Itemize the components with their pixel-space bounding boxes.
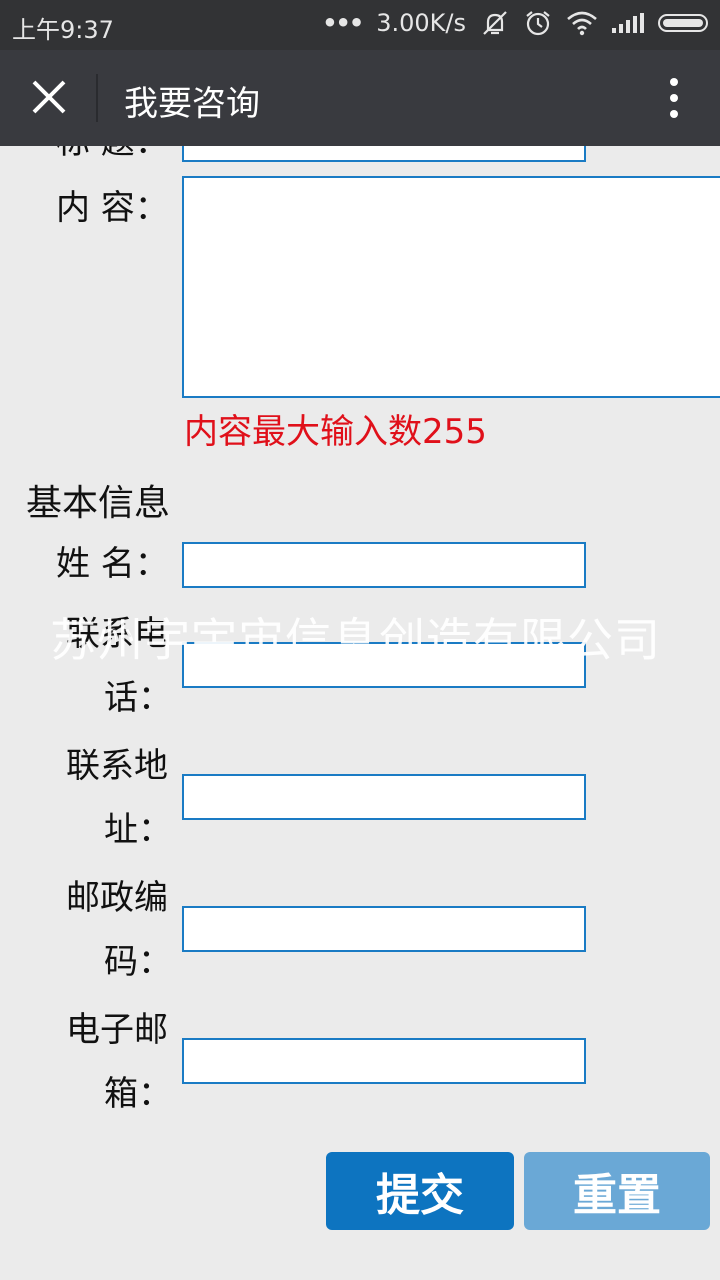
phone-label-line1: 联系电 — [66, 614, 168, 654]
postcode-input[interactable] — [182, 906, 586, 952]
email-label-line2: 箱： — [104, 1074, 172, 1114]
content-label: 内 容： — [56, 188, 169, 228]
content-length-hint: 内容最大输入数255 — [184, 412, 487, 452]
close-button[interactable] — [28, 76, 72, 120]
subject-label: 标 题： — [56, 146, 169, 164]
battery-icon — [658, 14, 708, 32]
address-label-line2: 址： — [104, 810, 172, 850]
address-input[interactable] — [182, 774, 586, 820]
postcode-label: 邮政编 — [66, 876, 168, 920]
close-icon — [32, 80, 66, 114]
reset-button[interactable]: 重置 — [524, 1152, 710, 1230]
email-input[interactable] — [182, 1038, 586, 1084]
status-time: 上午9:37 — [12, 16, 114, 44]
name-input[interactable] — [182, 542, 586, 588]
address-label: 联系地 — [66, 744, 168, 788]
email-label: 电子邮 — [66, 1008, 168, 1052]
address-label-2: 址： — [104, 808, 172, 852]
title-bar: 我要咨询 — [0, 50, 720, 146]
content-textarea[interactable] — [182, 176, 720, 398]
network-speed: 3.00K/s — [376, 9, 466, 37]
alarm-icon — [526, 11, 550, 36]
postcode-label-line1: 邮政编 — [66, 878, 168, 918]
page-title: 我要咨询 — [124, 84, 260, 124]
phone-label-2: 话： — [104, 676, 172, 720]
wifi-icon — [567, 11, 597, 36]
email-label-line1: 电子邮 — [66, 1010, 168, 1050]
phone-label: 联系电 — [66, 612, 168, 656]
mute-vibrate-icon — [483, 11, 507, 35]
status-bar: 上午9:37 ••• 3.00K/s — [0, 0, 720, 50]
consult-form: 标 题： 内 容： 内容最大输入数255 基本信息 姓 名： 联系电 话： 联系… — [0, 146, 720, 1280]
email-label-2: 箱： — [104, 1072, 172, 1116]
section-title-basic-info: 基本信息 — [26, 483, 171, 524]
signal-icon — [612, 13, 644, 33]
postcode-label-line2: 码： — [104, 942, 172, 982]
status-icons: ••• 3.00K/s — [322, 8, 708, 38]
address-label-line1: 联系地 — [66, 746, 168, 786]
phone-input[interactable] — [182, 642, 586, 688]
phone-label-line2: 话： — [104, 678, 172, 718]
more-button[interactable] — [664, 78, 684, 118]
postcode-label-2: 码： — [104, 940, 172, 984]
title-divider — [96, 74, 98, 122]
more-vertical-icon — [664, 78, 684, 118]
more-notifications-icon: ••• — [322, 9, 364, 37]
name-label: 姓 名： — [56, 544, 169, 584]
submit-button[interactable]: 提交 — [326, 1152, 514, 1230]
subject-input[interactable] — [182, 146, 586, 162]
